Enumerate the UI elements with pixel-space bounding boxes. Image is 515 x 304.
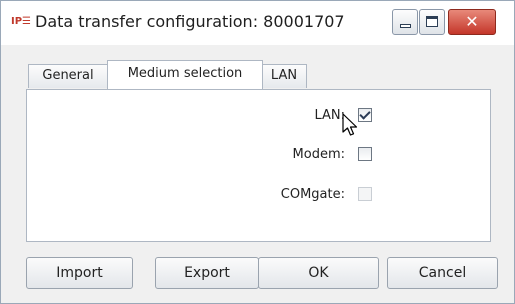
- comgate-label: COMgate:: [280, 187, 345, 202]
- comgate-checkbox[interactable]: [358, 187, 372, 201]
- import-button[interactable]: Import: [26, 257, 133, 289]
- maximize-icon: [426, 16, 438, 27]
- maximize-button[interactable]: [419, 9, 445, 35]
- medium-selection-panel: LAN: Modem: COMgate:: [26, 89, 491, 242]
- minimize-icon: [400, 24, 411, 28]
- title-bar[interactable]: IP☰ Data transfer configuration: 8000170…: [1, 1, 514, 45]
- close-icon: ✕: [465, 12, 479, 31]
- modem-label: Modem:: [292, 147, 345, 162]
- lan-row: LAN:: [27, 107, 490, 125]
- mouse-pointer-icon: [342, 113, 358, 136]
- export-button[interactable]: Export: [155, 257, 259, 289]
- close-button[interactable]: ✕: [448, 9, 496, 35]
- cancel-button[interactable]: Cancel: [387, 257, 498, 289]
- tab-lan[interactable]: LAN: [261, 64, 307, 88]
- app-icon: IP☰: [11, 16, 32, 27]
- modem-row: Modem:: [27, 146, 490, 164]
- tab-general[interactable]: General: [28, 64, 108, 88]
- window-title: Data transfer configuration: 80001707: [35, 12, 345, 31]
- tab-medium-selection[interactable]: Medium selection: [107, 60, 263, 89]
- ok-button[interactable]: OK: [258, 257, 379, 289]
- modem-checkbox[interactable]: [358, 147, 372, 161]
- minimize-button[interactable]: [392, 9, 418, 35]
- comgate-row: COMgate:: [27, 186, 490, 204]
- dialog-window: IP☰ Data transfer configuration: 8000170…: [0, 0, 515, 304]
